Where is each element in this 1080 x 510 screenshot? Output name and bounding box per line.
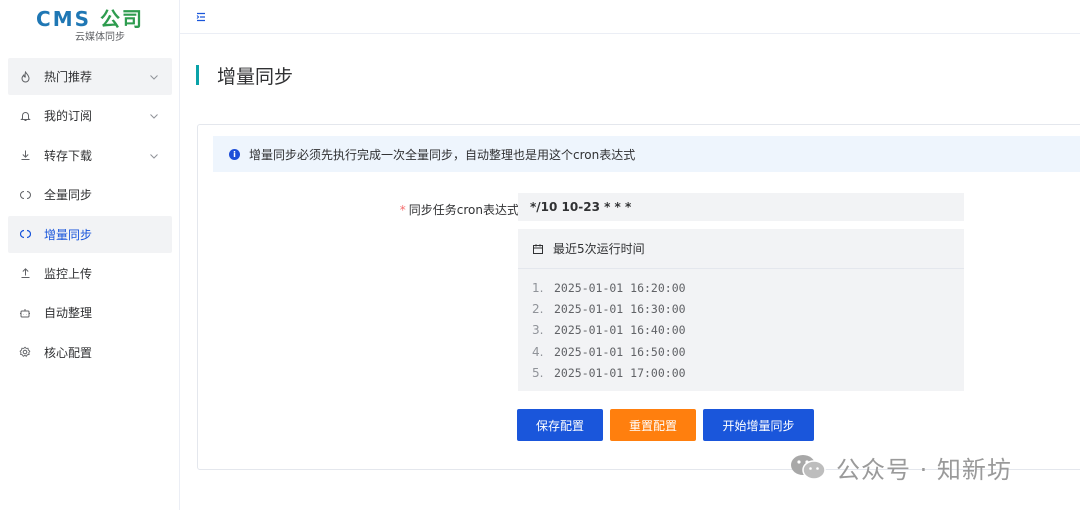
page-header: 增量同步 xyxy=(196,62,293,88)
run-index: 3. xyxy=(532,323,544,338)
sync-config-card: i 增量同步必须先执行完成一次全量同步，自动整理也是用这个cron表达式 * 同步… xyxy=(197,124,1080,470)
run-item: 4. 2025-01-01 16:50:00 xyxy=(532,341,964,362)
recent-runs-title: 最近5次运行时间 xyxy=(553,242,645,256)
chevron-down-icon xyxy=(150,75,158,80)
sidebar-item-label: 转存下载 xyxy=(44,148,93,163)
run-time: 2025-01-01 16:50:00 xyxy=(554,344,686,359)
topbar xyxy=(180,0,1080,34)
sidebar-item-incremental-sync[interactable]: 增量同步 xyxy=(8,215,172,253)
page-title: 增量同步 xyxy=(217,65,294,88)
run-index: 4. xyxy=(532,344,544,359)
sync-icon xyxy=(18,227,32,241)
run-item: 3. 2025-01-01 16:40:00 xyxy=(532,320,964,341)
start-incremental-sync-button[interactable]: 开始增量同步 xyxy=(703,409,814,441)
chevron-down-icon xyxy=(150,114,158,120)
run-time: 2025-01-01 16:40:00 xyxy=(554,323,686,338)
download-icon xyxy=(18,148,32,162)
title-accent-bar xyxy=(196,65,199,85)
sidebar-item-label: 热门推荐 xyxy=(44,70,93,84)
recent-runs-list: 1. 2025-01-01 16:20:00 2. 2025-01-01 16:… xyxy=(518,269,964,384)
run-time: 2025-01-01 16:20:00 xyxy=(554,280,686,295)
cron-label-text: 同步任务cron表达式 xyxy=(408,203,519,217)
menu-collapse-icon[interactable] xyxy=(194,10,208,24)
info-icon: i xyxy=(229,148,240,160)
sidebar-item-label: 自动整理 xyxy=(44,306,93,321)
sidebar-menu: 热门推荐 我的订阅 转存下载 全量同步 增量同步 监控上传 自动整理 核心配置 xyxy=(8,58,172,373)
sync-icon xyxy=(18,188,32,202)
run-index: 5. xyxy=(532,366,544,381)
run-item: 5. 2025-01-01 17:00:00 xyxy=(532,363,964,384)
sidebar-item-label: 核心配置 xyxy=(44,345,93,360)
sidebar-item-subscriptions[interactable]: 我的订阅 xyxy=(8,97,172,134)
gear-icon xyxy=(18,345,32,359)
calendar-icon xyxy=(533,243,543,254)
logo-subtitle: 云媒体同步 xyxy=(75,32,125,43)
run-item: 1. 2025-01-01 16:20:00 xyxy=(532,277,964,298)
logo[interactable]: CMS 公司 云媒体同步 xyxy=(0,6,180,44)
sidebar-item-label: 监控上传 xyxy=(44,266,93,281)
required-mark: * xyxy=(399,203,406,217)
run-index: 2. xyxy=(532,302,544,317)
sidebar-item-label: 我的订阅 xyxy=(44,109,93,124)
logo-title: CMS 公司 xyxy=(0,6,180,32)
info-alert-text: 增量同步必须先执行完成一次全量同步，自动整理也是用这个cron表达式 xyxy=(249,147,636,162)
sidebar-item-monitor-upload[interactable]: 监控上传 xyxy=(8,255,172,292)
chevron-down-icon xyxy=(150,153,158,159)
sidebar: CMS 公司 云媒体同步 热门推荐 我的订阅 转存下载 全量同步 增量同步 监控… xyxy=(0,0,180,510)
sidebar-item-label: 全量同步 xyxy=(44,188,93,203)
fire-icon xyxy=(18,70,32,84)
run-item: 2. 2025-01-01 16:30:00 xyxy=(532,298,964,319)
logo-title-cjk: 公司 xyxy=(99,7,144,31)
logo-title-latin: CMS xyxy=(36,7,91,31)
sidebar-item-transfer-download[interactable]: 转存下载 xyxy=(8,137,172,174)
sidebar-item-full-sync[interactable]: 全量同步 xyxy=(8,176,172,213)
run-index: 1. xyxy=(532,280,544,295)
run-time: 2025-01-01 16:30:00 xyxy=(554,302,686,317)
save-config-button[interactable]: 保存配置 xyxy=(517,409,603,441)
info-alert: i 增量同步必须先执行完成一次全量同步，自动整理也是用这个cron表达式 xyxy=(213,136,1080,172)
reset-config-button[interactable]: 重置配置 xyxy=(610,409,696,441)
recent-runs-header: 最近5次运行时间 xyxy=(518,229,964,269)
sidebar-item-core-config[interactable]: 核心配置 xyxy=(8,334,172,371)
cron-expression-input[interactable] xyxy=(518,193,964,221)
cron-label: * 同步任务cron表达式 xyxy=(400,201,519,218)
upload-icon xyxy=(18,266,32,280)
sidebar-item-label: 增量同步 xyxy=(44,227,93,242)
wechat-icon xyxy=(791,455,826,480)
bell-icon xyxy=(18,109,32,123)
app-root: CMS 公司 云媒体同步 热门推荐 我的订阅 转存下载 全量同步 增量同步 监控… xyxy=(0,0,1080,510)
recent-runs-panel: 最近5次运行时间 1. 2025-01-01 16:20:00 2. 2025-… xyxy=(518,229,964,391)
sidebar-item-auto-organize[interactable]: 自动整理 xyxy=(8,294,172,331)
watermark-text: 公众号 · 知新坊 xyxy=(836,455,1012,484)
robot-icon xyxy=(18,306,32,320)
sidebar-item-hot[interactable]: 热门推荐 xyxy=(8,58,172,95)
run-time: 2025-01-01 17:00:00 xyxy=(554,366,686,381)
watermark: 公众号 · 知新坊 xyxy=(788,450,1012,484)
